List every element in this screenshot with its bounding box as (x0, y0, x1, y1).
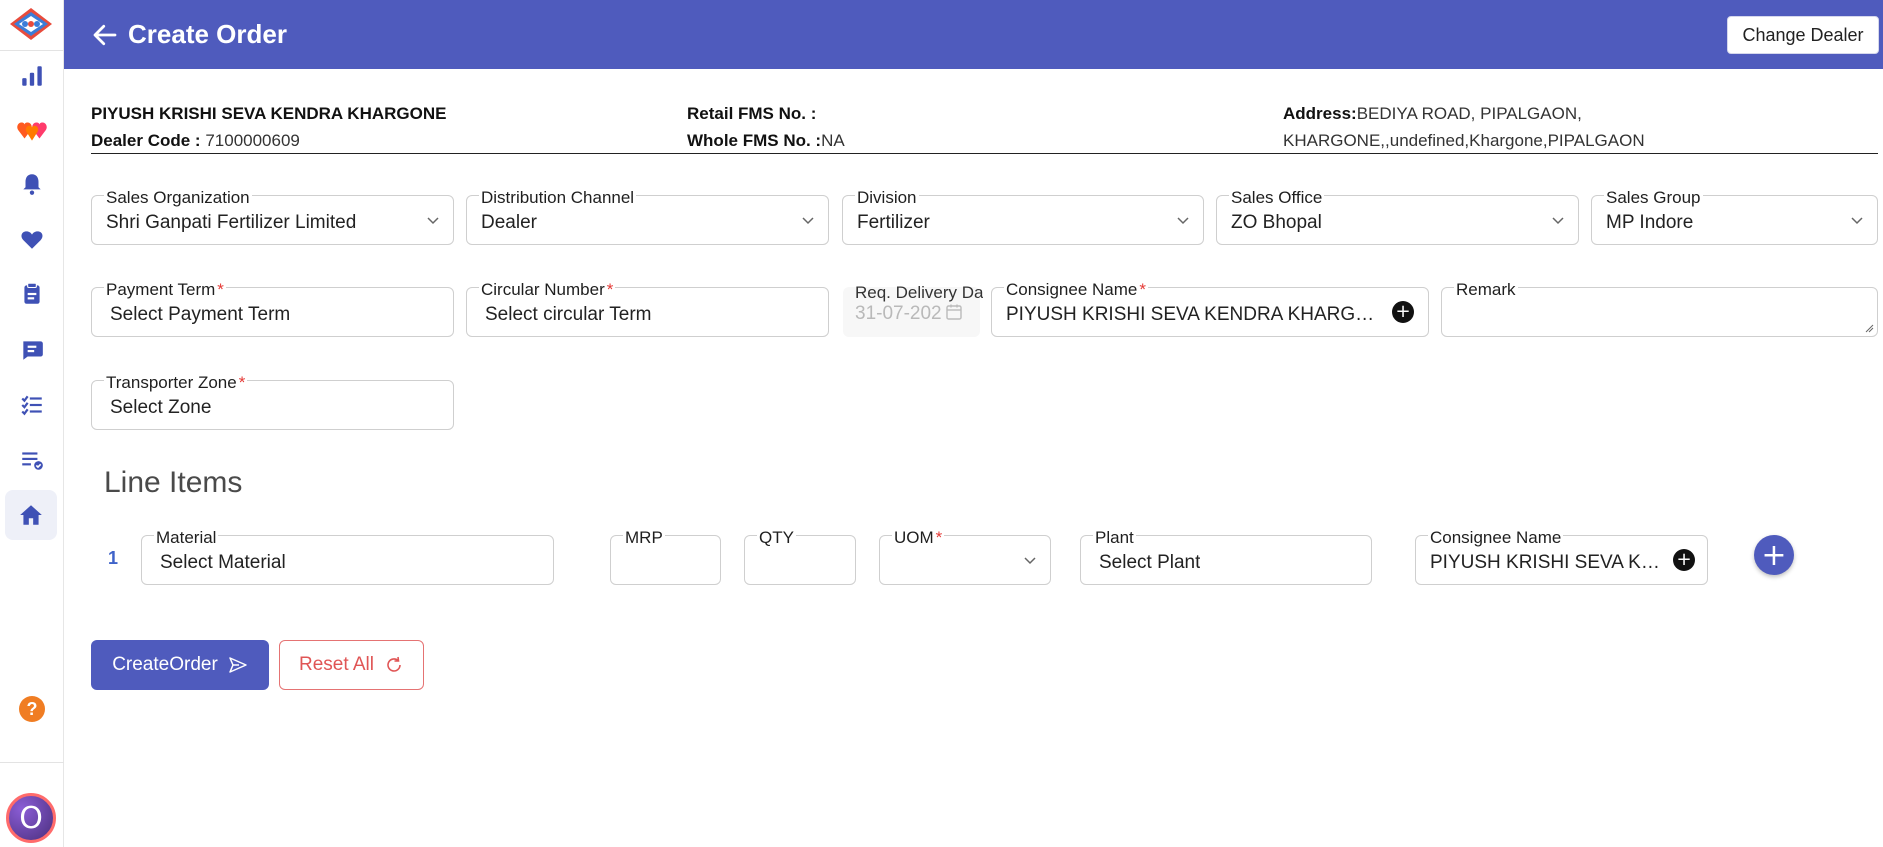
document-icon[interactable] (14, 276, 50, 312)
line-item-number: 1 (108, 548, 119, 568)
company-logo (8, 6, 54, 42)
reset-all-button[interactable]: Reset All (279, 640, 424, 690)
circular-number-placeholder: Select circular Term (485, 304, 652, 325)
uom-label: UOM * (892, 528, 945, 548)
transporter-zone-label: Transporter Zone * (104, 373, 248, 393)
sales-office-select[interactable]: Sales Office ZO Bhopal (1216, 188, 1579, 245)
send-icon (229, 657, 247, 673)
material-placeholder: Select Material (160, 552, 286, 573)
chevron-down-icon (802, 217, 814, 225)
whole-fms-label: Whole FMS No. : (687, 131, 822, 150)
sidebar-divider (0, 50, 64, 51)
mrp-label: MRP (623, 528, 665, 548)
division-label: Division (855, 188, 919, 208)
plant-label: Plant (1093, 528, 1136, 548)
reset-all-label: Reset All (299, 654, 374, 675)
dealer-address: Address:BEDIYA ROAD, PIPALGAON, KHARGONE… (1283, 100, 1645, 154)
refresh-icon (387, 656, 401, 672)
plant-placeholder: Select Plant (1099, 552, 1201, 573)
address-line1: BEDIYA ROAD, PIPALGAON, (1356, 104, 1582, 123)
transporter-zone-placeholder: Select Zone (110, 397, 212, 418)
analytics-icon[interactable] (14, 58, 50, 94)
sales-group-value: MP Indore (1606, 212, 1694, 233)
material-label: Material (154, 528, 219, 548)
division-value: Fertilizer (857, 212, 930, 233)
distribution-channel-select[interactable]: Distribution Channel Dealer (466, 188, 829, 245)
distribution-channel-value: Dealer (481, 212, 537, 233)
add-line-item-button[interactable]: + (1754, 535, 1794, 575)
resize-handle-icon[interactable] (1864, 323, 1874, 333)
sales-organization-select[interactable]: Sales Organization Shri Ganpati Fertiliz… (91, 188, 454, 245)
hearts-icon[interactable] (14, 112, 50, 148)
req-delivery-date-label: Req. Delivery Date (855, 283, 983, 302)
line-items-title: Line Items (104, 466, 243, 499)
line-consignee-value: PIYUSH KRISHI SEVA KENDRA KHARGONE (1430, 552, 1668, 573)
sales-office-value: ZO Bhopal (1231, 212, 1322, 233)
division-select[interactable]: Division Fertilizer (842, 188, 1204, 245)
line-consignee-field[interactable]: Consignee Name PIYUSH KRISHI SEVA KENDRA… (1415, 528, 1708, 585)
top-header: Create Order Change Dealer (64, 0, 1883, 69)
consignee-name-label: Consignee Name * (1004, 280, 1148, 300)
sales-organization-value: Shri Ganpati Fertilizer Limited (106, 212, 357, 233)
chevron-down-icon (1177, 217, 1189, 225)
bell-icon[interactable] (14, 166, 50, 202)
dealer-info-left: PIYUSH KRISHI SEVA KENDRA KHARGONE Deale… (91, 100, 446, 154)
qty-field[interactable]: QTY (744, 528, 856, 585)
calendar-icon[interactable] (945, 303, 963, 321)
dealer-name: PIYUSH KRISHI SEVA KENDRA KHARGONE (91, 104, 447, 123)
retail-fms-label: Retail FMS No. : (687, 104, 817, 123)
dealer-info-middle: Retail FMS No. : Whole FMS No. :NA (687, 100, 845, 154)
chevron-down-icon (1024, 557, 1036, 565)
line-consignee-label: Consignee Name (1428, 528, 1564, 548)
circular-number-label: Circular Number * (479, 280, 616, 300)
dealer-code-value: 7100000609 (205, 131, 300, 150)
avatar[interactable]: O (6, 793, 56, 843)
sales-office-label: Sales Office (1229, 188, 1325, 208)
help-icon[interactable]: ? (19, 696, 45, 722)
consignee-name-field[interactable]: Consignee Name * PIYUSH KRISHI SEVA KENDR… (991, 280, 1429, 337)
remark-textarea[interactable]: Remark (1441, 280, 1878, 337)
page-title: Create Order (128, 19, 287, 49)
consignee-name-value: PIYUSH KRISHI SEVA KENDRA KHARGONE (1006, 304, 1386, 325)
payment-term-placeholder: Select Payment Term (110, 304, 291, 325)
dealer-code-label: Dealer Code : (91, 131, 201, 150)
sidebar: ? O (0, 0, 64, 847)
home-icon[interactable] (5, 490, 57, 540)
change-dealer-button[interactable]: Change Dealer (1727, 16, 1879, 54)
chevron-down-icon (1552, 217, 1564, 225)
add-consignee-icon[interactable]: + (1392, 301, 1414, 323)
sidebar-divider (0, 762, 64, 763)
uom-select[interactable]: UOM * (879, 528, 1051, 585)
circular-number-select[interactable]: Circular Number * Select circular Term (466, 280, 829, 337)
address-line2: KHARGONE,,undefined,Khargone,PIPALGAON (1283, 131, 1645, 150)
create-order-button[interactable]: CreateOrder (91, 640, 269, 690)
distribution-channel-label: Distribution Channel (479, 188, 637, 208)
transporter-zone-select[interactable]: Transporter Zone * Select Zone (91, 373, 454, 430)
info-divider (91, 153, 1878, 154)
sales-group-select[interactable]: Sales Group MP Indore (1591, 188, 1878, 245)
remark-label: Remark (1454, 280, 1518, 300)
address-label: Address: (1283, 104, 1357, 123)
qty-label: QTY (757, 528, 796, 548)
chevron-down-icon (1851, 217, 1863, 225)
mrp-field[interactable]: MRP (610, 528, 721, 585)
create-order-label: CreateOrder (112, 654, 218, 675)
heart-icon[interactable] (14, 221, 50, 257)
plant-select[interactable]: Plant Select Plant (1080, 528, 1372, 585)
payment-term-select[interactable]: Payment Term * Select Payment Term (91, 280, 454, 337)
req-delivery-date-field[interactable]: Req. Delivery Date 31-07-2024 (843, 283, 983, 337)
chevron-down-icon (427, 217, 439, 225)
whole-fms-value: NA (821, 131, 845, 150)
list-check-icon[interactable] (14, 442, 50, 478)
add-line-consignee-icon[interactable]: + (1673, 549, 1695, 571)
chat-icon[interactable] (14, 332, 50, 368)
sales-group-label: Sales Group (1604, 188, 1703, 208)
back-arrow-icon[interactable] (90, 20, 120, 50)
req-delivery-date-value: 31-07-2024 (855, 303, 941, 324)
sales-organization-label: Sales Organization (104, 188, 252, 208)
payment-term-label: Payment Term * (104, 280, 226, 300)
material-select[interactable]: Material Select Material (141, 528, 554, 585)
checklist-icon[interactable] (14, 387, 50, 423)
